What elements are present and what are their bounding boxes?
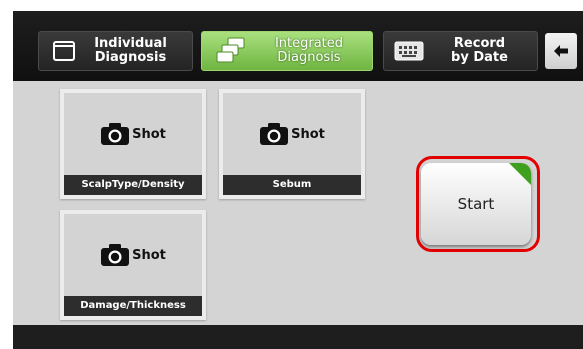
camera-icon xyxy=(101,244,130,266)
bottom-bar xyxy=(13,325,583,349)
shot-label: Shot xyxy=(291,126,325,142)
camera-icon xyxy=(101,123,130,145)
shot-button[interactable]: Shot xyxy=(223,121,361,147)
shot-card-damage-thickness[interactable]: Shot Damage/Thickness xyxy=(60,210,206,320)
shot-label: Shot xyxy=(132,126,166,142)
window-icon xyxy=(53,41,75,61)
tab-individual-label: Individual Diagnosis xyxy=(94,36,167,65)
shot-card-sebum[interactable]: Shot Sebum xyxy=(219,89,365,199)
shot-button[interactable]: Shot xyxy=(64,242,202,268)
card-label: Damage/Thickness xyxy=(64,296,202,316)
tab-integrated-label: Integrated Diagnosis xyxy=(274,36,344,65)
shot-card-scalp-type-density[interactable]: Shot ScalpType/Density xyxy=(60,89,206,199)
start-button[interactable]: Start xyxy=(421,163,531,245)
shot-button[interactable]: Shot xyxy=(64,121,202,147)
stacked-windows-icon xyxy=(216,37,245,63)
tab-integrated-diagnosis[interactable]: Integrated Diagnosis xyxy=(201,31,373,71)
shot-label: Shot xyxy=(132,247,166,263)
back-arrow-icon xyxy=(554,45,568,57)
tab-record-label: Record by Date xyxy=(451,36,508,65)
keyboard-icon xyxy=(394,41,424,61)
card-label: ScalpType/Density xyxy=(64,175,202,195)
camera-icon xyxy=(260,123,289,145)
tab-record-by-date[interactable]: Record by Date xyxy=(383,31,538,71)
tab-individual-diagnosis[interactable]: Individual Diagnosis xyxy=(38,31,193,71)
back-button[interactable] xyxy=(545,33,577,69)
card-label: Sebum xyxy=(223,175,361,195)
start-label: Start xyxy=(457,195,495,213)
app-screen: Individual Diagnosis Integrated Diagnosi… xyxy=(13,11,583,349)
top-navigation-bar: Individual Diagnosis Integrated Diagnosi… xyxy=(13,11,583,81)
